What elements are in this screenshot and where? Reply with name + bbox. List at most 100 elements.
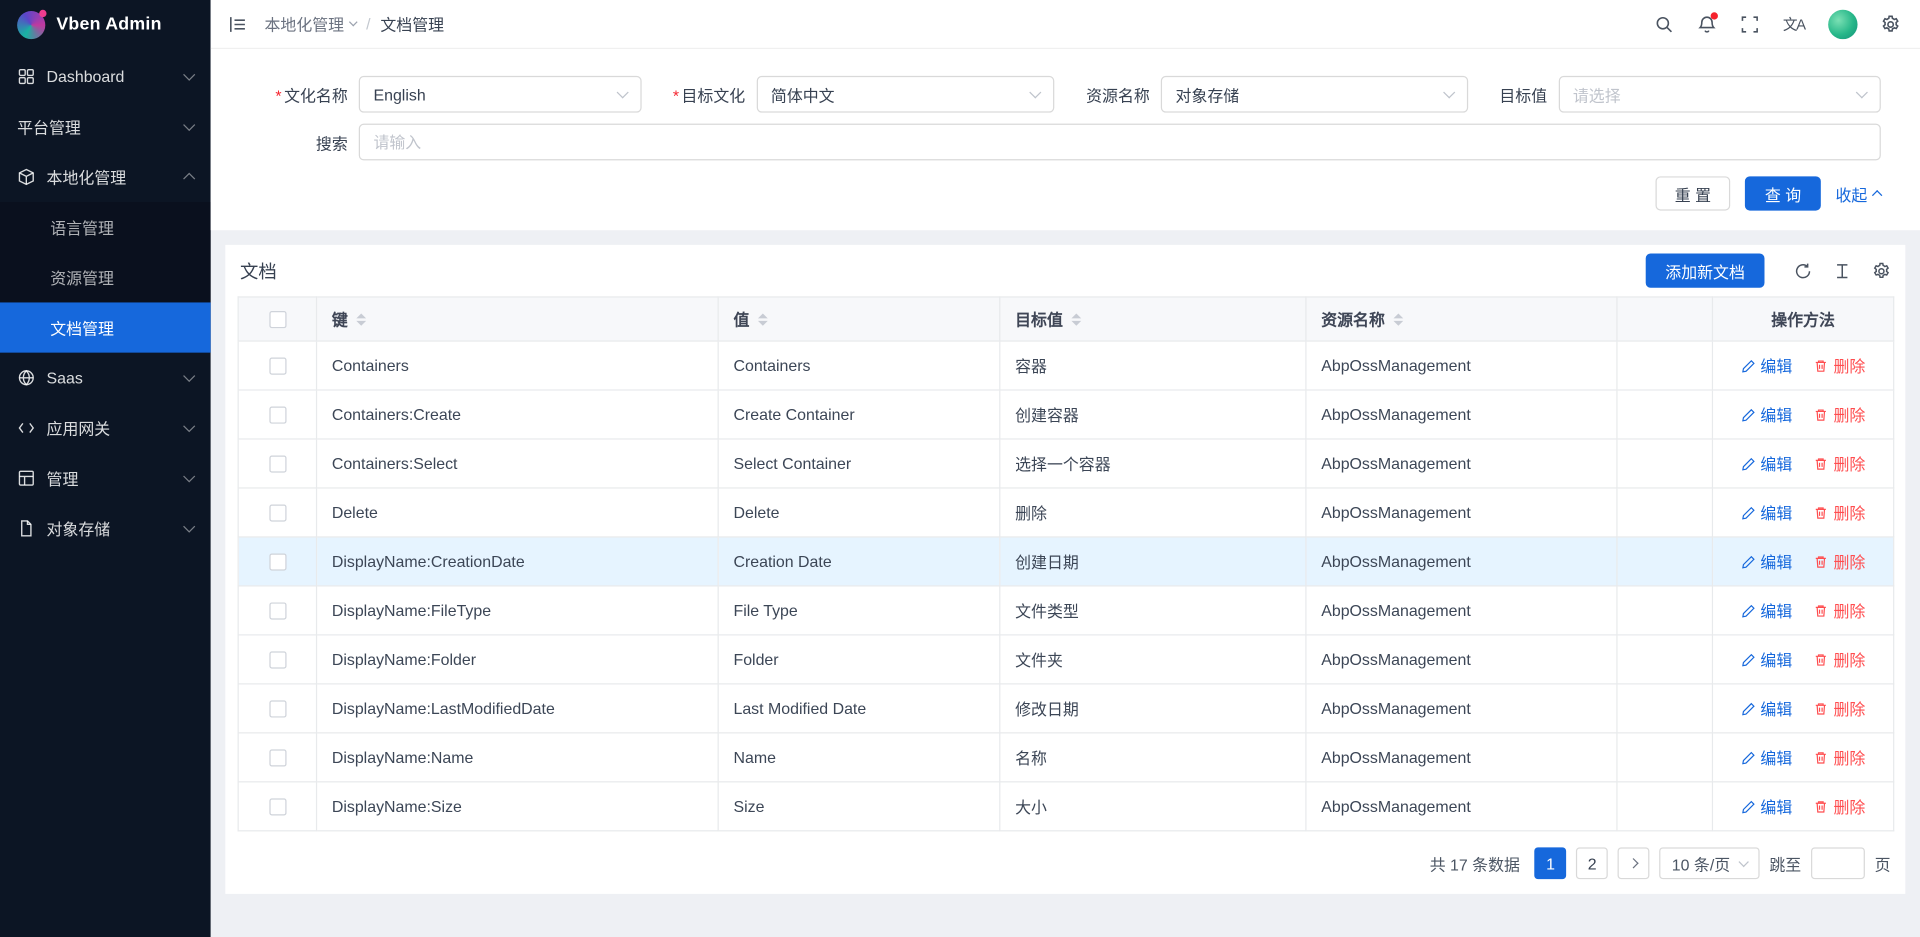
edit-button[interactable]: 编辑: [1741, 501, 1792, 524]
select-all-checkbox[interactable]: [269, 311, 286, 328]
sidebar-item-gateway[interactable]: 应用网关: [0, 403, 211, 453]
sidebar-item-oss[interactable]: 对象存储: [0, 503, 211, 553]
sidebar-subitem-document[interactable]: 文档管理: [0, 302, 211, 352]
page-jump-input[interactable]: [1811, 847, 1865, 879]
pencil-icon: [1741, 554, 1756, 569]
edit-button[interactable]: 编辑: [1741, 795, 1792, 818]
culture-select[interactable]: English: [359, 76, 641, 113]
target-value-select[interactable]: 请选择: [1558, 76, 1881, 113]
trash-icon: [1814, 603, 1829, 618]
edit-button[interactable]: 编辑: [1741, 648, 1792, 671]
search-icon[interactable]: [1654, 14, 1674, 34]
delete-button[interactable]: 删除: [1814, 697, 1865, 720]
breadcrumb-parent[interactable]: 本地化管理: [264, 12, 356, 35]
delete-button[interactable]: 删除: [1814, 354, 1865, 377]
cell-value: Name: [718, 733, 1000, 782]
table-row[interactable]: Containers:Select Select Container 选择一个容…: [238, 439, 1894, 488]
target-value-label: 目标值: [1499, 83, 1547, 106]
sidebar-item-localization[interactable]: 本地化管理: [0, 152, 211, 202]
table-row[interactable]: Delete Delete 删除 AbpOssManagement 编辑 删除: [238, 488, 1894, 537]
page-size-select[interactable]: 10 条/页: [1660, 847, 1760, 879]
collapse-filter-link[interactable]: 收起: [1835, 182, 1880, 205]
table-settings-gear-icon[interactable]: [1872, 261, 1890, 279]
cell-actions: 编辑 删除: [1712, 635, 1893, 684]
cell-value: Containers: [718, 341, 1000, 390]
cell-resource: AbpOssManagement: [1306, 635, 1617, 684]
chevron-down-icon: [349, 18, 358, 27]
table-row[interactable]: DisplayName:Folder Folder 文件夹 AbpOssMana…: [238, 635, 1894, 684]
table-row[interactable]: DisplayName:Name Name 名称 AbpOssManagemen…: [238, 733, 1894, 782]
sidebar-item-platform[interactable]: 平台管理: [0, 102, 211, 152]
user-avatar[interactable]: [1828, 9, 1857, 38]
table-row[interactable]: DisplayName:LastModifiedDate Last Modifi…: [238, 684, 1894, 733]
fullscreen-icon[interactable]: [1740, 14, 1760, 34]
edit-button[interactable]: 编辑: [1741, 452, 1792, 475]
delete-button[interactable]: 删除: [1814, 550, 1865, 573]
sort-icon[interactable]: [356, 313, 366, 325]
table-row[interactable]: Containers:Create Create Container 创建容器 …: [238, 390, 1894, 439]
add-document-button[interactable]: 添加新文档: [1646, 253, 1765, 287]
table-row[interactable]: DisplayName:CreationDate Creation Date 创…: [238, 537, 1894, 586]
next-page-button[interactable]: [1618, 847, 1650, 879]
row-checkbox[interactable]: [269, 407, 286, 424]
row-checkbox[interactable]: [269, 652, 286, 669]
table-row[interactable]: DisplayName:FileType File Type 文件类型 AbpO…: [238, 586, 1894, 635]
query-button[interactable]: 查 询: [1745, 176, 1820, 210]
row-checkbox[interactable]: [269, 799, 286, 816]
delete-button[interactable]: 删除: [1814, 795, 1865, 818]
edit-button[interactable]: 编辑: [1741, 354, 1792, 377]
edit-button[interactable]: 编辑: [1741, 697, 1792, 720]
row-checkbox[interactable]: [269, 505, 286, 522]
edit-button[interactable]: 编辑: [1741, 599, 1792, 622]
sort-icon[interactable]: [1393, 313, 1403, 325]
delete-button[interactable]: 删除: [1814, 501, 1865, 524]
page-button-2[interactable]: 2: [1576, 847, 1608, 879]
row-checkbox[interactable]: [269, 701, 286, 718]
sort-icon[interactable]: [758, 313, 768, 325]
table-row[interactable]: Containers Containers 容器 AbpOssManagemen…: [238, 341, 1894, 390]
sidebar-subitem-language[interactable]: 语言管理: [0, 202, 211, 252]
edit-button[interactable]: 编辑: [1741, 403, 1792, 426]
notification-bell-icon[interactable]: [1697, 14, 1717, 34]
refresh-icon[interactable]: [1794, 261, 1812, 279]
edit-button[interactable]: 编辑: [1741, 550, 1792, 573]
app-logo[interactable]: Vben Admin: [0, 0, 211, 49]
search-input[interactable]: [359, 124, 1881, 161]
cell-actions: 编辑 删除: [1712, 586, 1893, 635]
chevron-down-icon: [183, 521, 195, 533]
edit-button[interactable]: 编辑: [1741, 746, 1792, 769]
delete-button[interactable]: 删除: [1814, 452, 1865, 475]
card-header: 文档 添加新文档: [238, 245, 1894, 296]
delete-button[interactable]: 删除: [1814, 403, 1865, 426]
resource-select[interactable]: 对象存储: [1161, 76, 1468, 113]
sidebar-item-dashboard[interactable]: Dashboard: [0, 51, 211, 101]
delete-button[interactable]: 删除: [1814, 599, 1865, 622]
row-checkbox[interactable]: [269, 554, 286, 571]
cell-empty: [1617, 439, 1713, 488]
row-height-icon[interactable]: [1833, 261, 1851, 279]
target-culture-select[interactable]: 简体中文: [756, 76, 1054, 113]
row-checkbox[interactable]: [269, 603, 286, 620]
delete-button[interactable]: 删除: [1814, 746, 1865, 769]
table-row[interactable]: DisplayName:Size Size 大小 AbpOssManagemen…: [238, 782, 1894, 831]
required-asterisk: *: [275, 86, 281, 104]
documents-card: 文档 添加新文档: [225, 245, 1905, 894]
delete-button[interactable]: 删除: [1814, 648, 1865, 671]
cell-target: 大小: [1000, 782, 1306, 831]
menu-fold-icon[interactable]: [228, 14, 248, 34]
filter-target-value: 目标值 请选择: [1499, 76, 1880, 113]
filter-resource: 资源名称 对象存储: [1086, 76, 1467, 113]
pencil-icon: [1741, 652, 1756, 667]
settings-gear-icon[interactable]: [1881, 14, 1901, 34]
row-checkbox[interactable]: [269, 456, 286, 473]
sidebar-subitem-resource[interactable]: 资源管理: [0, 252, 211, 302]
reset-button[interactable]: 重 置: [1655, 176, 1730, 210]
sort-icon[interactable]: [1071, 313, 1081, 325]
sidebar-item-admin[interactable]: 管理: [0, 453, 211, 503]
pencil-icon: [1741, 456, 1756, 471]
sidebar-item-saas[interactable]: Saas: [0, 353, 211, 403]
page-button-1[interactable]: 1: [1535, 847, 1567, 879]
row-checkbox[interactable]: [269, 358, 286, 375]
translate-icon[interactable]: 文A: [1783, 13, 1805, 34]
row-checkbox[interactable]: [269, 750, 286, 767]
